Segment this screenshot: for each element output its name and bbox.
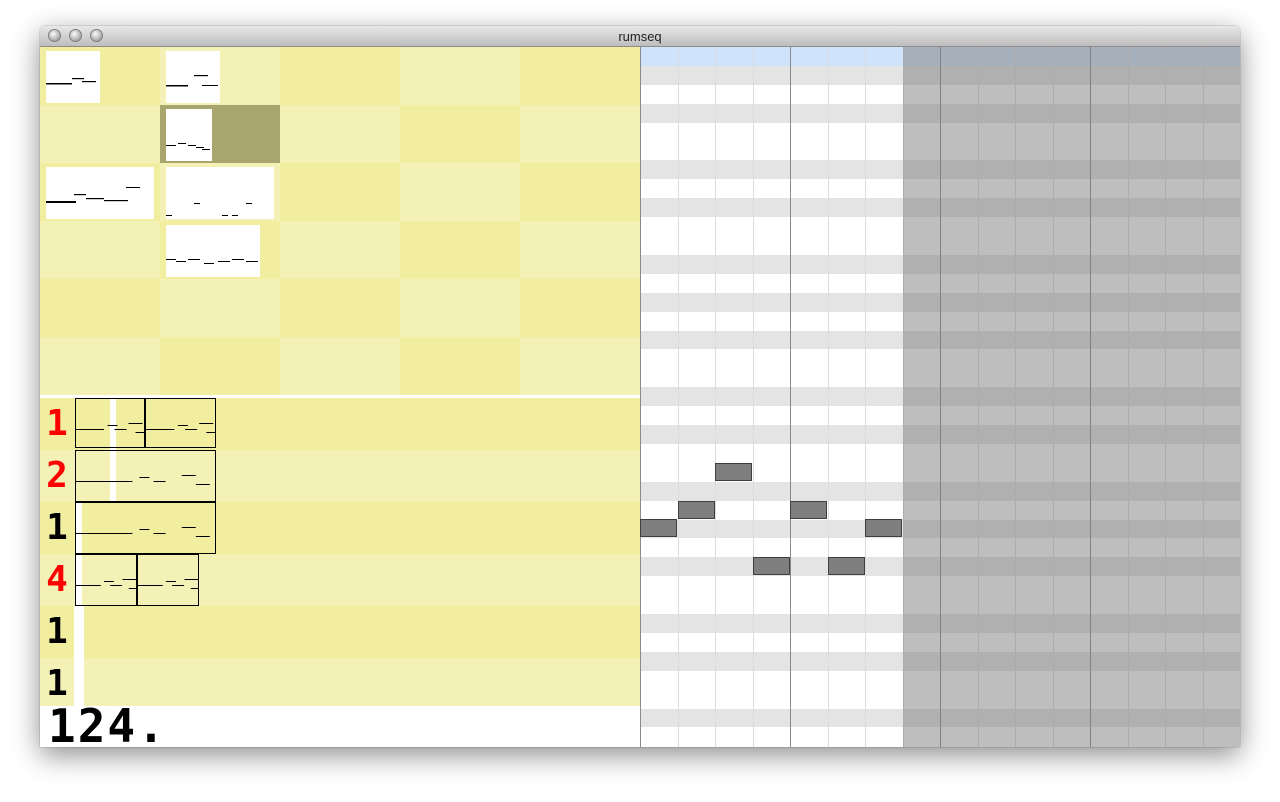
pattern-slot[interactable]	[280, 279, 400, 337]
song-pattern-block[interactable]	[75, 554, 137, 606]
pattern-grid	[40, 47, 640, 407]
pattern-slot[interactable]	[280, 105, 400, 163]
playhead-column	[74, 606, 84, 658]
window-title: rumseq	[618, 29, 662, 44]
pattern-thumbnail	[46, 51, 100, 103]
pattern-slot[interactable]	[280, 337, 400, 395]
pattern-slot[interactable]	[520, 105, 640, 163]
pattern-slot[interactable]	[400, 221, 520, 279]
song-arrangement: 121411	[40, 398, 640, 710]
pattern-slot[interactable]	[520, 279, 640, 337]
title-bar[interactable]: rumseq	[40, 26, 1240, 47]
step-divider	[678, 47, 679, 747]
repeat-count[interactable]: 1	[40, 502, 74, 554]
step-divider	[865, 47, 866, 747]
pattern-slot[interactable]	[160, 337, 280, 395]
song-row[interactable]: 2	[40, 450, 640, 502]
song-row[interactable]: 1	[40, 606, 640, 658]
pattern-slot[interactable]	[520, 47, 640, 105]
main-content: 121411 124.	[40, 47, 1240, 747]
repeat-count[interactable]: 1	[40, 606, 74, 658]
pattern-slot[interactable]	[160, 105, 280, 163]
pattern-slot[interactable]	[520, 163, 640, 221]
pattern-slot[interactable]	[40, 279, 160, 337]
pattern-slot[interactable]	[160, 279, 280, 337]
pattern-thumbnail	[46, 167, 154, 219]
pattern-slot[interactable]	[400, 47, 520, 105]
pattern-slot[interactable]	[40, 337, 160, 395]
app-window: rumseq 121411 124.	[40, 26, 1240, 747]
song-pattern-block[interactable]	[137, 554, 199, 606]
note-block[interactable]	[678, 501, 715, 519]
song-pattern-block[interactable]	[75, 450, 216, 502]
pattern-slot[interactable]	[400, 279, 520, 337]
pattern-slot[interactable]	[280, 47, 400, 105]
repeat-count[interactable]: 1	[40, 398, 74, 450]
pattern-slot[interactable]	[160, 163, 280, 221]
tempo-display[interactable]: 124.	[40, 703, 640, 747]
pattern-slot[interactable]	[400, 337, 520, 395]
pattern-thumbnail	[166, 225, 260, 277]
song-row[interactable]: 1	[40, 502, 640, 554]
song-pattern-block[interactable]	[75, 398, 145, 448]
pattern-slot[interactable]	[40, 163, 160, 221]
step-divider	[753, 47, 754, 747]
step-divider	[828, 47, 829, 747]
pattern-thumbnail	[166, 109, 212, 161]
inactive-steps-overlay	[903, 47, 1240, 747]
pattern-thumbnail	[166, 51, 220, 103]
song-pattern-block[interactable]	[75, 502, 216, 554]
repeat-count[interactable]: 4	[40, 554, 74, 606]
note-block[interactable]	[790, 501, 827, 519]
step-divider	[640, 47, 641, 747]
note-block[interactable]	[753, 557, 790, 575]
pattern-slot[interactable]	[520, 221, 640, 279]
note-block[interactable]	[865, 519, 902, 537]
pattern-slot[interactable]	[280, 221, 400, 279]
piano-roll[interactable]	[640, 47, 1240, 747]
pattern-slot[interactable]	[160, 221, 280, 279]
note-block[interactable]	[828, 557, 865, 575]
pattern-slot[interactable]	[520, 337, 640, 395]
song-pattern-block[interactable]	[145, 398, 216, 448]
pattern-slot[interactable]	[40, 221, 160, 279]
step-divider	[790, 47, 791, 747]
pattern-slot[interactable]	[160, 47, 280, 105]
repeat-count[interactable]: 2	[40, 450, 74, 502]
song-row[interactable]: 1	[40, 398, 640, 450]
pattern-thumbnail	[166, 167, 274, 219]
pattern-slot[interactable]	[400, 163, 520, 221]
pattern-slot[interactable]	[280, 163, 400, 221]
song-row[interactable]: 4	[40, 554, 640, 606]
pattern-slot[interactable]	[40, 105, 160, 163]
pattern-slot[interactable]	[400, 105, 520, 163]
note-block[interactable]	[715, 463, 752, 481]
step-divider	[715, 47, 716, 747]
pattern-slot[interactable]	[40, 47, 160, 105]
note-block[interactable]	[640, 519, 677, 537]
